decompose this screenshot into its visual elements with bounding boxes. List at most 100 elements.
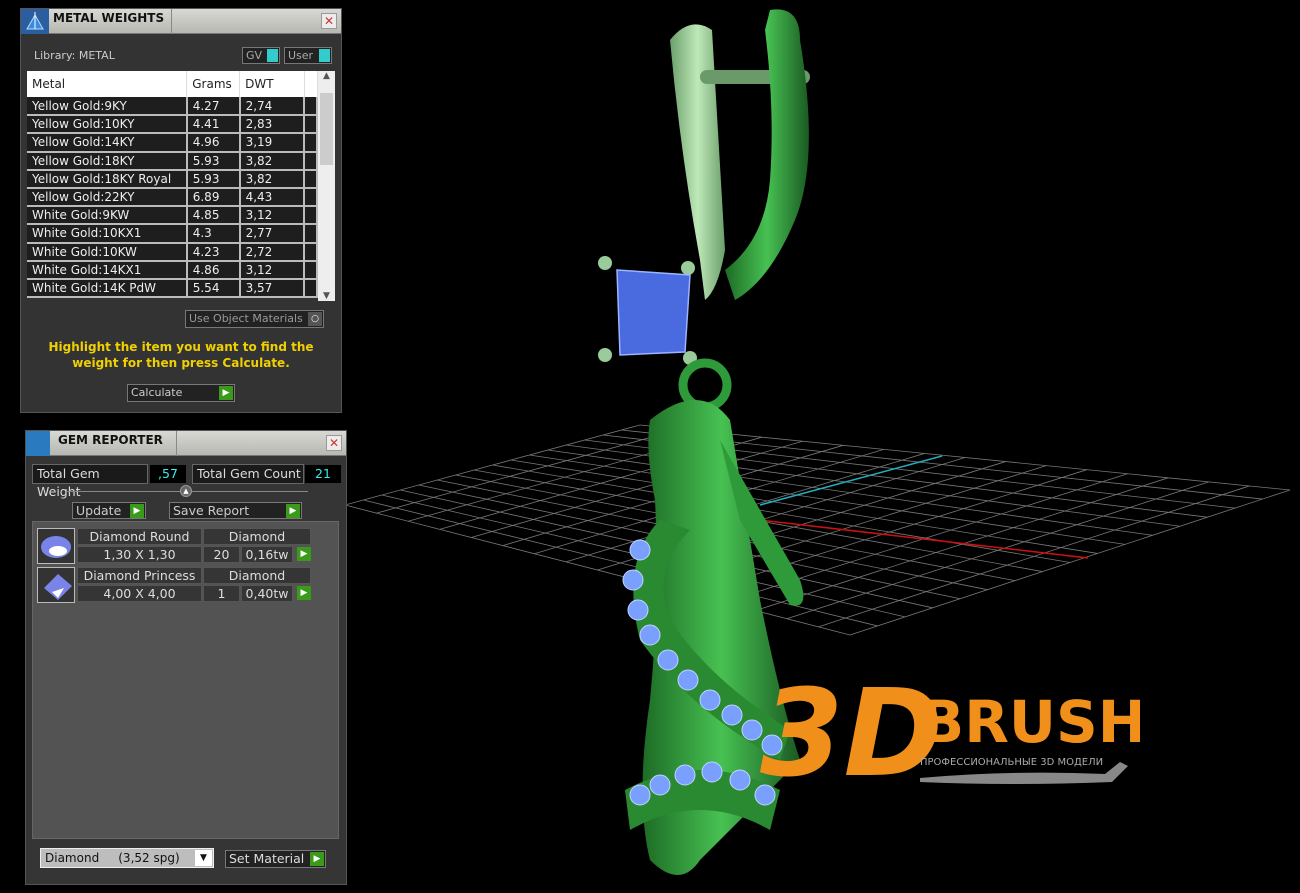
play-arrow-icon: ▶ — [297, 586, 311, 600]
metal-cell: Yellow Gold:18KY Royal — [27, 169, 188, 189]
gv-toggle-label: GV — [246, 49, 263, 62]
gem-stone — [729, 769, 751, 791]
empty-cell — [304, 224, 318, 244]
use-object-materials-label: Use Object Materials — [189, 312, 303, 325]
dwt-cell: 2,77 — [239, 224, 306, 244]
svg-text:3D: 3D — [760, 670, 943, 790]
table-row[interactable]: White Gold:9KW 4.85 3,12 — [27, 206, 318, 226]
dwt-cell: 4,43 — [239, 187, 306, 208]
gv-toggle[interactable]: GV — [242, 47, 280, 64]
metal-cell: White Gold:14KX1 — [27, 260, 188, 280]
empty-cell — [304, 133, 318, 153]
metal-cell: Yellow Gold:14KY — [27, 133, 188, 153]
gem-stone — [721, 704, 743, 726]
empty-cell — [304, 242, 318, 262]
gem-stone — [741, 719, 763, 741]
gem-stone — [649, 774, 671, 796]
metal-cell: Yellow Gold:22KY — [27, 187, 188, 208]
use-object-materials-toggle[interactable]: Use Object Materials ○ — [185, 310, 324, 328]
set-material-label: Set Material — [229, 851, 305, 866]
table-row[interactable]: Yellow Gold:14KY 4.96 3,19 — [27, 133, 318, 153]
grams-cell: 4.86 — [186, 260, 241, 280]
close-button[interactable]: ✕ — [326, 435, 342, 451]
scroll-thumb[interactable] — [320, 93, 333, 165]
scroll-up-icon[interactable]: ▲ — [318, 71, 335, 81]
gem-select-button[interactable]: ▶ — [293, 585, 311, 602]
splitter-handle[interactable]: ▲ — [180, 485, 192, 497]
gem-stone — [657, 649, 679, 671]
gem-reporter-titlebar[interactable]: GEM REPORTER ✕ — [26, 431, 346, 456]
dwt-cell: 3,12 — [239, 260, 306, 280]
grams-cell: 4.23 — [186, 242, 241, 262]
empty-cell — [304, 206, 318, 226]
empty-cell — [304, 278, 318, 299]
svg-text:ПРОФЕССИОНАЛЬНЫЕ 3D МОДЕЛИ: ПРОФЕССИОНАЛЬНЫЕ 3D МОДЕЛИ — [920, 757, 1103, 768]
update-label: Update — [76, 503, 122, 518]
metal-weights-titlebar[interactable]: METAL WEIGHTS ✕ — [21, 9, 341, 34]
metal-cell: Yellow Gold:9KY — [27, 97, 188, 117]
empty-cell — [304, 260, 318, 280]
user-toggle[interactable]: User — [284, 47, 332, 64]
gem-stone — [701, 761, 723, 783]
gem-stone — [627, 599, 649, 621]
user-toggle-label: User — [288, 49, 314, 62]
gem-stone — [699, 689, 721, 711]
total-gem-weight-value: ,57 — [150, 465, 186, 483]
empty-cell — [304, 97, 318, 117]
instruction-text: Highlight the item you want to find the … — [48, 340, 314, 370]
update-button[interactable]: Update ▶ — [72, 502, 146, 519]
save-report-button[interactable]: Save Report ▶ — [169, 502, 302, 519]
princess-gem-icon — [37, 567, 75, 603]
gem-count: 20 — [203, 546, 240, 563]
chevron-down-icon[interactable]: ▼ — [195, 850, 212, 866]
column-header-metal[interactable]: Metal — [27, 71, 188, 97]
table-row[interactable]: Yellow Gold:18KY 5.93 3,82 — [27, 151, 318, 171]
dwt-cell: 3,57 — [239, 278, 306, 299]
column-header-dwt[interactable]: DWT — [239, 71, 305, 97]
gem-weight: 0,16tw — [241, 546, 293, 563]
empty-cell — [304, 187, 318, 208]
grams-cell: 4.96 — [186, 133, 241, 153]
report-icon — [26, 431, 50, 456]
gem-stone — [622, 569, 644, 591]
library-label: Library: METAL — [34, 49, 115, 62]
material-dropdown-value: Diamond (3,52 spg) — [45, 851, 180, 865]
set-material-button[interactable]: Set Material ▶ — [225, 850, 326, 868]
grid-line — [510, 459, 1098, 554]
table-row[interactable]: Yellow Gold:9KY 4.27 2,74 — [27, 97, 318, 117]
material-dropdown[interactable]: Diamond (3,52 spg) ▼ — [40, 848, 214, 868]
table-row[interactable]: White Gold:10KX1 4.3 2,77 — [27, 224, 318, 244]
play-arrow-icon: ▶ — [310, 852, 324, 866]
play-arrow-icon: ▶ — [219, 386, 233, 400]
svg-text:BRUSH: BRUSH — [920, 688, 1140, 756]
3d-brush-logo: 3D BRUSH ПРОФЕССИОНАЛЬНЫЕ 3D МОДЕЛИ — [760, 665, 1146, 804]
close-button[interactable]: ✕ — [321, 13, 337, 29]
table-row[interactable]: White Gold:14KX1 4.86 3,12 — [27, 260, 318, 280]
column-header-grams[interactable]: Grams — [186, 71, 241, 97]
scroll-down-icon[interactable]: ▼ — [318, 291, 335, 301]
metal-cell: White Gold:10KX1 — [27, 224, 188, 244]
gem-row[interactable]: Diamond Princess Diamond 4,00 X 4,00 1 0… — [37, 567, 318, 603]
title-divider — [176, 431, 177, 456]
table-row[interactable]: Yellow Gold:18KY Royal 5.93 3,82 — [27, 169, 318, 189]
gem-select-button[interactable]: ▶ — [293, 546, 311, 563]
play-arrow-icon: ▶ — [130, 504, 144, 518]
play-arrow-icon: ▶ — [286, 504, 300, 518]
column-header-extra — [304, 71, 318, 97]
table-row[interactable]: White Gold:10KW 4.23 2,72 — [27, 242, 318, 262]
gem-name: Diamond Princess — [77, 567, 202, 584]
gem-material: Diamond — [203, 528, 311, 545]
table-row[interactable]: Yellow Gold:22KY 6.89 4,43 — [27, 187, 318, 208]
empty-cell — [304, 151, 318, 171]
table-row[interactable]: White Gold:14K PdW 5.54 3,57 — [27, 278, 318, 299]
table-scrollbar[interactable]: ▲ ▼ — [318, 71, 335, 301]
calculate-button[interactable]: Calculate ▶ — [127, 384, 235, 402]
dwt-cell: 3,12 — [239, 206, 306, 226]
empty-cell — [304, 169, 318, 189]
toggle-circle-icon: ○ — [308, 312, 322, 326]
gem-stone — [639, 624, 661, 646]
gem-row[interactable]: Diamond Round Diamond 1,30 X 1,30 20 0,1… — [37, 528, 318, 564]
table-row[interactable]: Yellow Gold:10KY 4.41 2,83 — [27, 115, 318, 135]
play-arrow-icon: ▶ — [297, 547, 311, 561]
save-report-label: Save Report — [173, 503, 250, 518]
